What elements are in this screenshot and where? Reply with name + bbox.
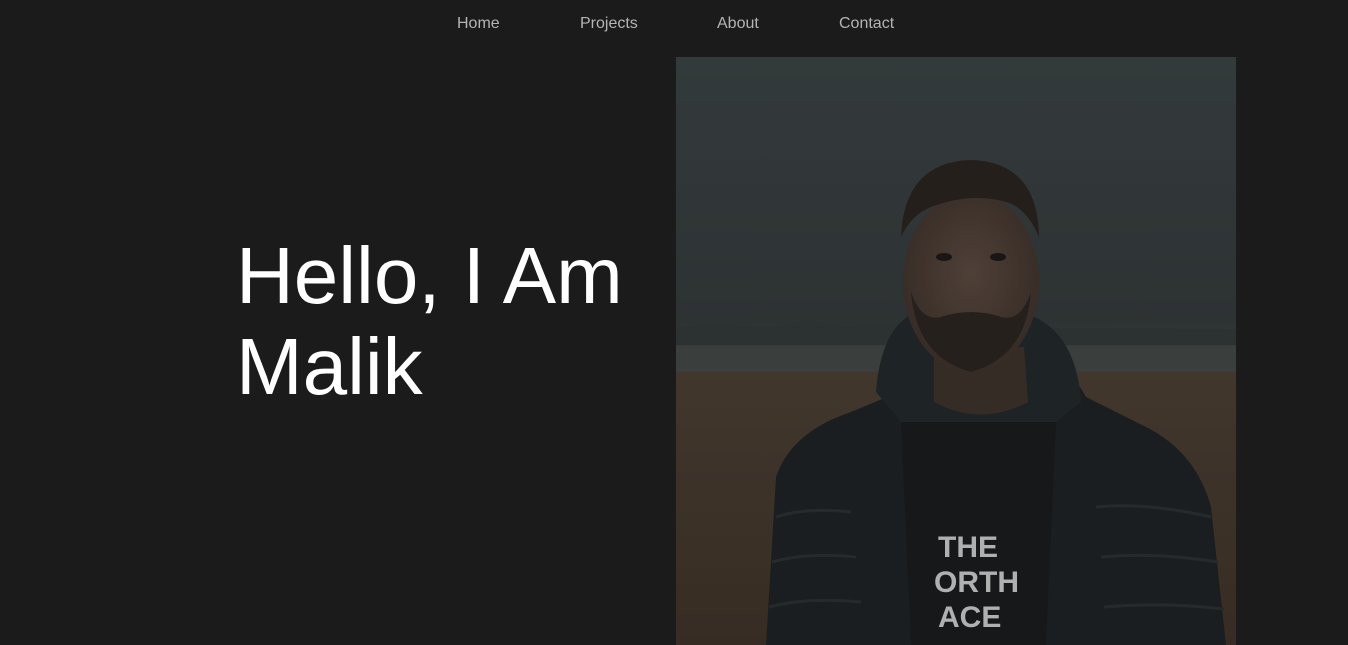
top-nav: Home Projects About Contact bbox=[0, 0, 1348, 48]
hero-title: Hello, I Am Malik bbox=[236, 230, 666, 412]
hero-title-line-1: Hello, I Am bbox=[236, 231, 623, 320]
nav-link-about[interactable]: About bbox=[717, 15, 759, 33]
nav-link-home[interactable]: Home bbox=[457, 15, 500, 33]
hero-title-line-2: Malik bbox=[236, 322, 423, 411]
nav-link-contact[interactable]: Contact bbox=[839, 15, 894, 33]
profile-photo-illustration: THE ORTH ACE bbox=[676, 57, 1236, 645]
photo-overlay bbox=[676, 57, 1236, 645]
profile-photo: THE ORTH ACE bbox=[676, 57, 1236, 645]
nav-link-projects[interactable]: Projects bbox=[580, 15, 638, 33]
